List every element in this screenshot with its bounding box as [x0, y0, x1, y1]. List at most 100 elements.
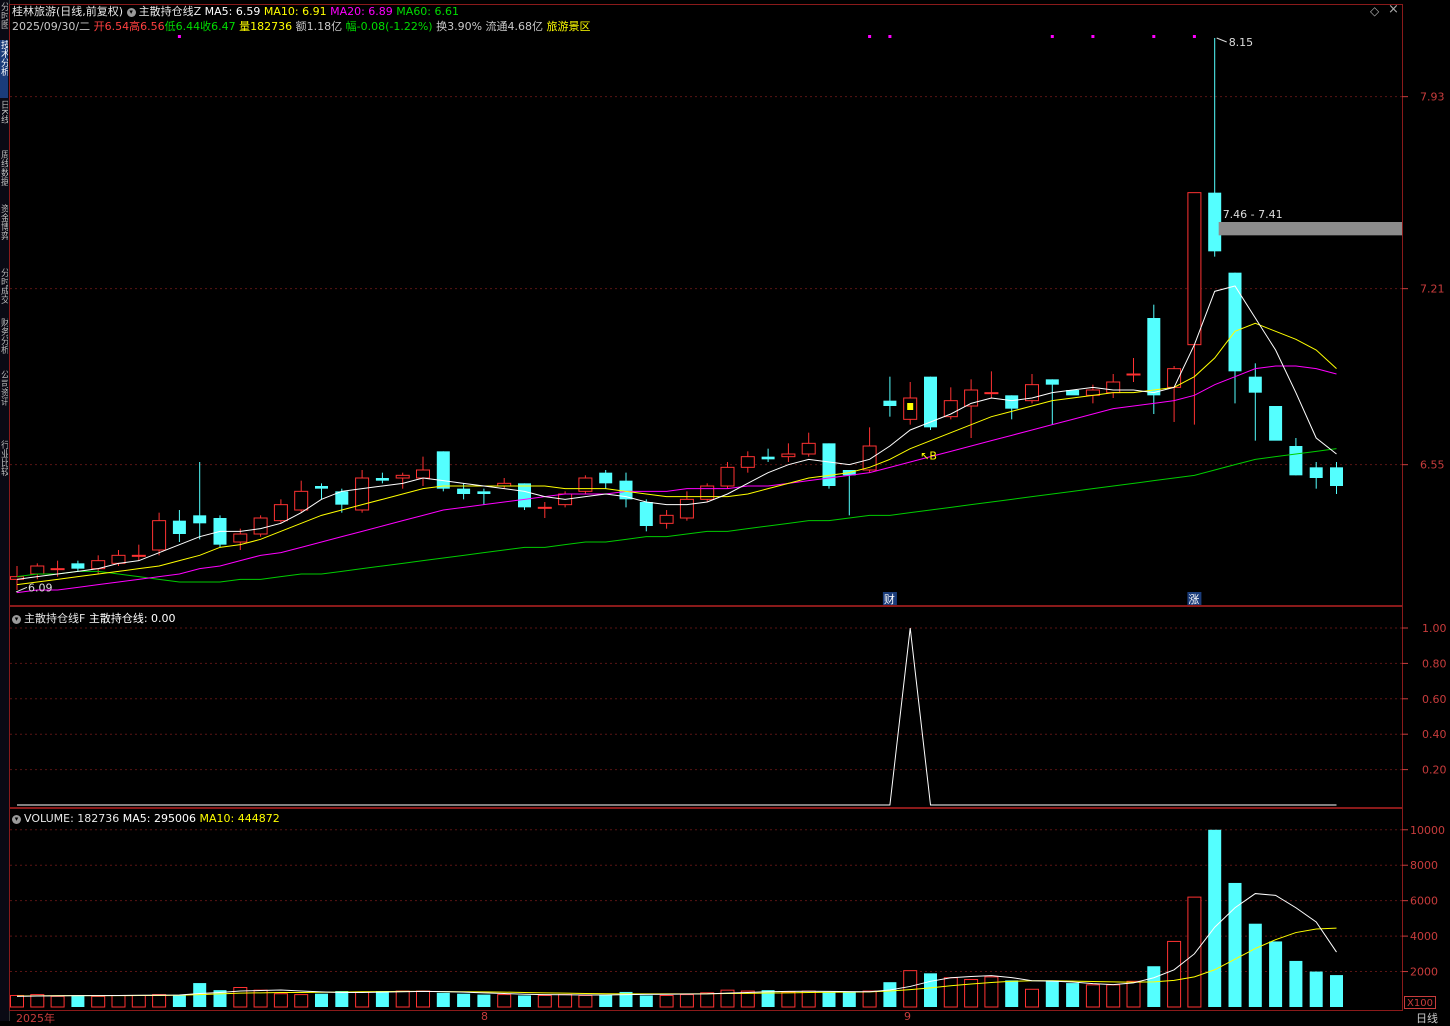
volume-bar-up: [1126, 980, 1141, 1008]
volume-bar-down: [883, 982, 897, 1007]
volume-bar-down: [1289, 960, 1303, 1007]
candle-body-up: [578, 477, 593, 492]
volume-bar-up: [91, 995, 106, 1008]
event-dot: [868, 35, 872, 38]
volume-bar-up: [781, 991, 796, 1008]
volume-tick-label: 8000: [1410, 859, 1438, 872]
volume-bar-down: [518, 995, 531, 1007]
volume-bar-up: [10, 994, 24, 1008]
volume-bar-down: [1228, 882, 1242, 1007]
candle-body-down: [518, 483, 531, 508]
ma60-line: [16, 448, 1337, 583]
candle-body-up: [273, 504, 288, 522]
candle-body-up: [1187, 192, 1202, 346]
volume-bar-down: [1269, 941, 1283, 1007]
volume-bar-down: [1045, 980, 1059, 1007]
candle-body-up: [30, 565, 45, 575]
volume-bar-down: [842, 991, 856, 1007]
candle-body-up: [700, 485, 715, 500]
candle-body-down: [1147, 318, 1161, 396]
candle-body-down: [1045, 379, 1059, 385]
volume-bar-up: [152, 994, 167, 1008]
volume-bar-up: [111, 994, 126, 1008]
candle-body-down: [1248, 376, 1262, 393]
event-dot: [888, 35, 892, 38]
candle-body-up: [537, 506, 552, 509]
candle-body-up: [233, 533, 248, 543]
volume-bar-down: [1005, 980, 1019, 1007]
volume-bar-up: [1025, 988, 1039, 1008]
volume-bar-up: [862, 990, 877, 1008]
candle-body-down: [1005, 395, 1019, 409]
price-tick-label: 7.93: [1420, 91, 1445, 104]
volume-bar-up: [355, 991, 370, 1008]
candle-body-up: [355, 477, 370, 511]
candle-body-down: [1330, 467, 1343, 486]
event-cai-label: 财: [884, 592, 895, 606]
volume-bar-down: [477, 994, 491, 1007]
event-dot: [1050, 35, 1054, 38]
volume-bar-up: [1085, 984, 1100, 1008]
ma20-line: [16, 365, 1337, 594]
volume-bar-down: [1330, 975, 1343, 1007]
volume-tick-label: 2000: [1410, 966, 1438, 979]
volume-bar-down: [639, 995, 653, 1007]
candle-body-down: [457, 488, 471, 494]
volume-bar-down: [457, 993, 471, 1007]
candle-body-down: [822, 443, 836, 486]
volume-bar-up: [395, 990, 410, 1008]
candle-body-up: [720, 466, 735, 487]
candle-body-up: [152, 520, 167, 551]
volume-tick-label: 6000: [1410, 895, 1438, 908]
candle-body-up: [111, 554, 126, 564]
event-dot: [1152, 35, 1156, 38]
candle-body-up: [1126, 373, 1141, 376]
indicator-tick-label: 0.40: [1422, 728, 1447, 741]
volume-bar-down: [1309, 971, 1323, 1007]
ma10-line: [16, 322, 1337, 586]
event-dot: [1192, 35, 1196, 38]
indicator-line: [17, 627, 1337, 806]
volume-bar-down: [172, 995, 186, 1007]
candle-body-up: [862, 445, 877, 471]
volume-bar-up: [273, 993, 288, 1008]
event-zhang-label: 涨: [1188, 593, 1199, 606]
volume-bar-up: [233, 987, 248, 1008]
volume-bar-down: [1248, 923, 1262, 1007]
volume-bar-up: [578, 994, 593, 1008]
volume-bar-up: [1167, 940, 1182, 1008]
volume-bar-up: [497, 994, 512, 1008]
resistance-band-label: 7.46 - 7.41: [1223, 208, 1283, 221]
volume-bar-up: [1106, 984, 1121, 1008]
volume-bar-down: [436, 992, 450, 1007]
candle-body-up: [416, 469, 430, 479]
price-tick-label: 6.55: [1420, 459, 1445, 472]
volume-bar-up: [558, 994, 573, 1008]
candle-body-up: [659, 514, 674, 524]
volume-bar-up: [294, 994, 309, 1008]
candle-body-up: [984, 392, 999, 395]
candle-body-down: [436, 451, 450, 489]
indicator-tick-label: 0.80: [1422, 657, 1447, 670]
candle-body-up: [294, 490, 309, 511]
resistance-band: [1218, 222, 1402, 236]
volume-bar-up: [700, 992, 715, 1008]
volume-bar-up: [416, 990, 430, 1008]
candle-body-down: [315, 486, 328, 489]
candle-body-down: [599, 472, 613, 484]
candle-body-down: [639, 502, 653, 526]
candle-body-down: [477, 491, 491, 494]
volume-tick-label: 10000: [1410, 824, 1445, 837]
volume-bar-up: [50, 995, 65, 1008]
volume-bar-down: [1147, 966, 1161, 1007]
volume-bar-up: [131, 994, 146, 1008]
indicator-tick-label: 0.20: [1422, 764, 1447, 777]
indicator-tick-label: 0.60: [1422, 693, 1447, 706]
candle-body-down: [71, 563, 85, 569]
indicator-tick-label: 1.00: [1422, 622, 1447, 635]
volume-bar-down: [71, 995, 85, 1007]
high-pointer: [1216, 37, 1227, 43]
candle-body-up: [740, 456, 755, 468]
volume-bar-up: [984, 976, 999, 1008]
candle-body-up: [679, 498, 694, 519]
